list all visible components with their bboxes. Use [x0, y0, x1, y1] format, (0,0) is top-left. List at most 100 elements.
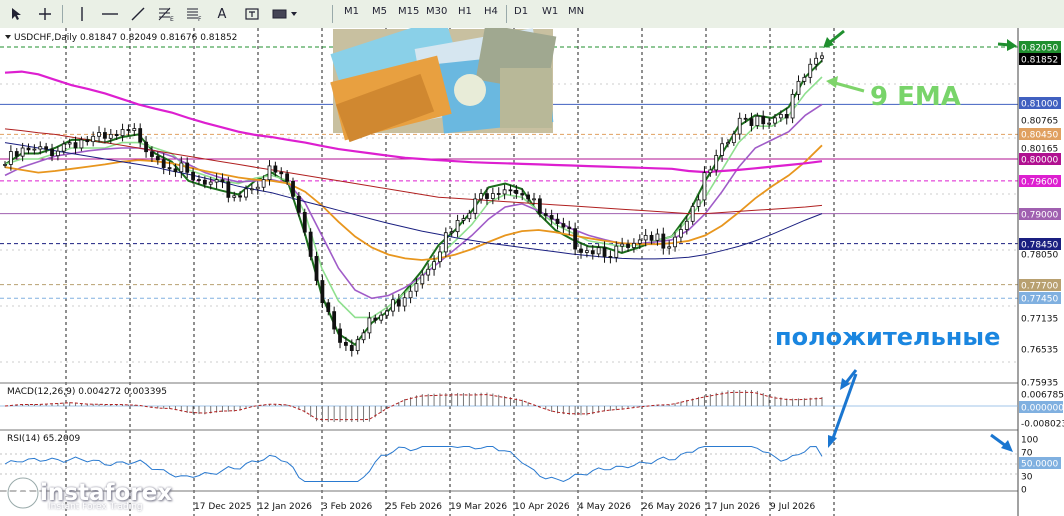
- price-axis-label: 0.79000: [1021, 211, 1058, 221]
- candle-body: [85, 139, 90, 143]
- date-axis: 17 Dec 2025 12 Jan 2026 3 Feb 2026 25 Feb 2…: [194, 502, 815, 512]
- candle-body: [14, 151, 19, 157]
- candle-body: [720, 143, 724, 156]
- date-label: 3 Feb 2026: [322, 502, 373, 512]
- timeframe-mn[interactable]: MN: [568, 6, 584, 17]
- horizontal-line-icon[interactable]: [100, 3, 120, 25]
- date-label: 17 Dec 2025: [194, 502, 252, 512]
- toolbar: E F A M1 M5 M15 M30 H1 H4 D1 W1 MN: [0, 0, 1064, 29]
- candle-body: [743, 117, 748, 120]
- candle-body: [820, 55, 824, 59]
- candle-body: [626, 243, 630, 248]
- candle-body: [790, 93, 795, 119]
- candle-body: [614, 245, 619, 258]
- candle-body: [596, 247, 601, 255]
- candle-body: [197, 179, 201, 181]
- candle-body: [396, 299, 401, 307]
- price-axis-label: 0.80000: [1021, 156, 1058, 166]
- candle-body: [108, 133, 113, 139]
- shapes-dropdown-icon[interactable]: [270, 3, 300, 25]
- fibonacci-icon[interactable]: E: [156, 3, 176, 25]
- candle-body: [567, 226, 572, 230]
- date-label: 4 May 2026: [578, 502, 631, 512]
- candle-body: [661, 233, 666, 249]
- candle-body: [361, 332, 366, 341]
- candle-body: [508, 189, 513, 192]
- candle-body: [696, 199, 701, 207]
- candle-body: [320, 280, 325, 304]
- candle-body: [67, 142, 72, 145]
- candle-body: [726, 142, 730, 145]
- candle-body: [114, 133, 119, 137]
- price-axis-label: 0.77700: [1021, 282, 1058, 292]
- trend-line-icon[interactable]: [128, 3, 148, 25]
- candle-body: [120, 129, 125, 137]
- candle-body: [690, 205, 695, 222]
- candle-body: [326, 302, 331, 313]
- timeframe-w1[interactable]: W1: [542, 6, 558, 17]
- candle-body: [655, 233, 660, 241]
- timeframe-m1[interactable]: M1: [344, 6, 359, 17]
- text-tool-button[interactable]: A: [212, 3, 232, 25]
- candle-body: [179, 162, 184, 173]
- crosshair-icon[interactable]: [36, 3, 54, 25]
- candle-body: [408, 290, 413, 299]
- candle-body: [349, 345, 354, 351]
- candle-body: [673, 236, 677, 248]
- candle-body: [385, 310, 389, 316]
- candle-body: [708, 169, 713, 174]
- candle-body: [526, 194, 531, 200]
- candle-body: [402, 297, 407, 307]
- timeframe-m30[interactable]: M30: [426, 6, 447, 17]
- date-label: 12 Jan 2026: [258, 502, 312, 512]
- fibo-tools-icon[interactable]: F: [184, 3, 204, 25]
- vertical-line-icon[interactable]: [74, 3, 90, 25]
- candle-body: [784, 114, 789, 119]
- macd-axis-label: 0.000000: [1021, 404, 1064, 414]
- svg-text:F: F: [198, 16, 202, 21]
- candle-body: [3, 164, 7, 166]
- candle-body: [132, 128, 137, 131]
- candle-body: [202, 179, 207, 185]
- chart-canvas[interactable]: 0.820500.818520.810000.807650.804500.801…: [0, 28, 1064, 516]
- chart-window: E F A M1 M5 M15 M30 H1 H4 D1 W1 MN 0.820…: [0, 0, 1064, 516]
- candle-body: [767, 122, 772, 125]
- candle-body: [238, 195, 243, 198]
- candle-body: [490, 193, 495, 199]
- label-icon[interactable]: [242, 3, 262, 25]
- candle-body: [702, 172, 707, 201]
- candle-body: [608, 256, 613, 258]
- candle-body: [261, 179, 266, 188]
- candle-body: [555, 218, 560, 224]
- candle-body: [796, 80, 801, 95]
- candle-body: [379, 314, 384, 321]
- candle-body: [126, 129, 131, 131]
- candle-body: [632, 242, 636, 248]
- candle-body: [279, 171, 284, 175]
- candle-body: [620, 243, 625, 247]
- candle-body: [73, 142, 78, 149]
- timeframe-h1[interactable]: H1: [458, 6, 472, 17]
- rsi-axis-label: 50.0000: [1021, 460, 1058, 470]
- price-axis-label: 0.81000: [1021, 100, 1058, 110]
- price-axis-label: 0.80765: [1021, 117, 1058, 127]
- timeframe-m15[interactable]: M15: [398, 6, 419, 17]
- candle-body: [285, 173, 290, 182]
- candle-body: [773, 117, 777, 124]
- chart-header: USDCHF,Daily 0.81847 0.82049 0.81676 0.8…: [14, 33, 237, 43]
- timeframe-d1[interactable]: D1: [514, 6, 528, 17]
- candle-body: [755, 115, 760, 126]
- candle-body: [20, 147, 25, 157]
- candle-body: [150, 151, 154, 157]
- candle-body: [479, 193, 483, 200]
- candle-body: [455, 220, 460, 233]
- candle-body: [55, 150, 60, 157]
- candle-body: [273, 165, 278, 173]
- timeframe-m5[interactable]: M5: [372, 6, 387, 17]
- candle-body: [496, 193, 501, 195]
- candle-body: [244, 188, 248, 198]
- candle-body: [485, 193, 489, 199]
- candle-body: [91, 135, 96, 143]
- cursor-icon[interactable]: [8, 3, 26, 25]
- timeframe-h4[interactable]: H4: [484, 6, 498, 17]
